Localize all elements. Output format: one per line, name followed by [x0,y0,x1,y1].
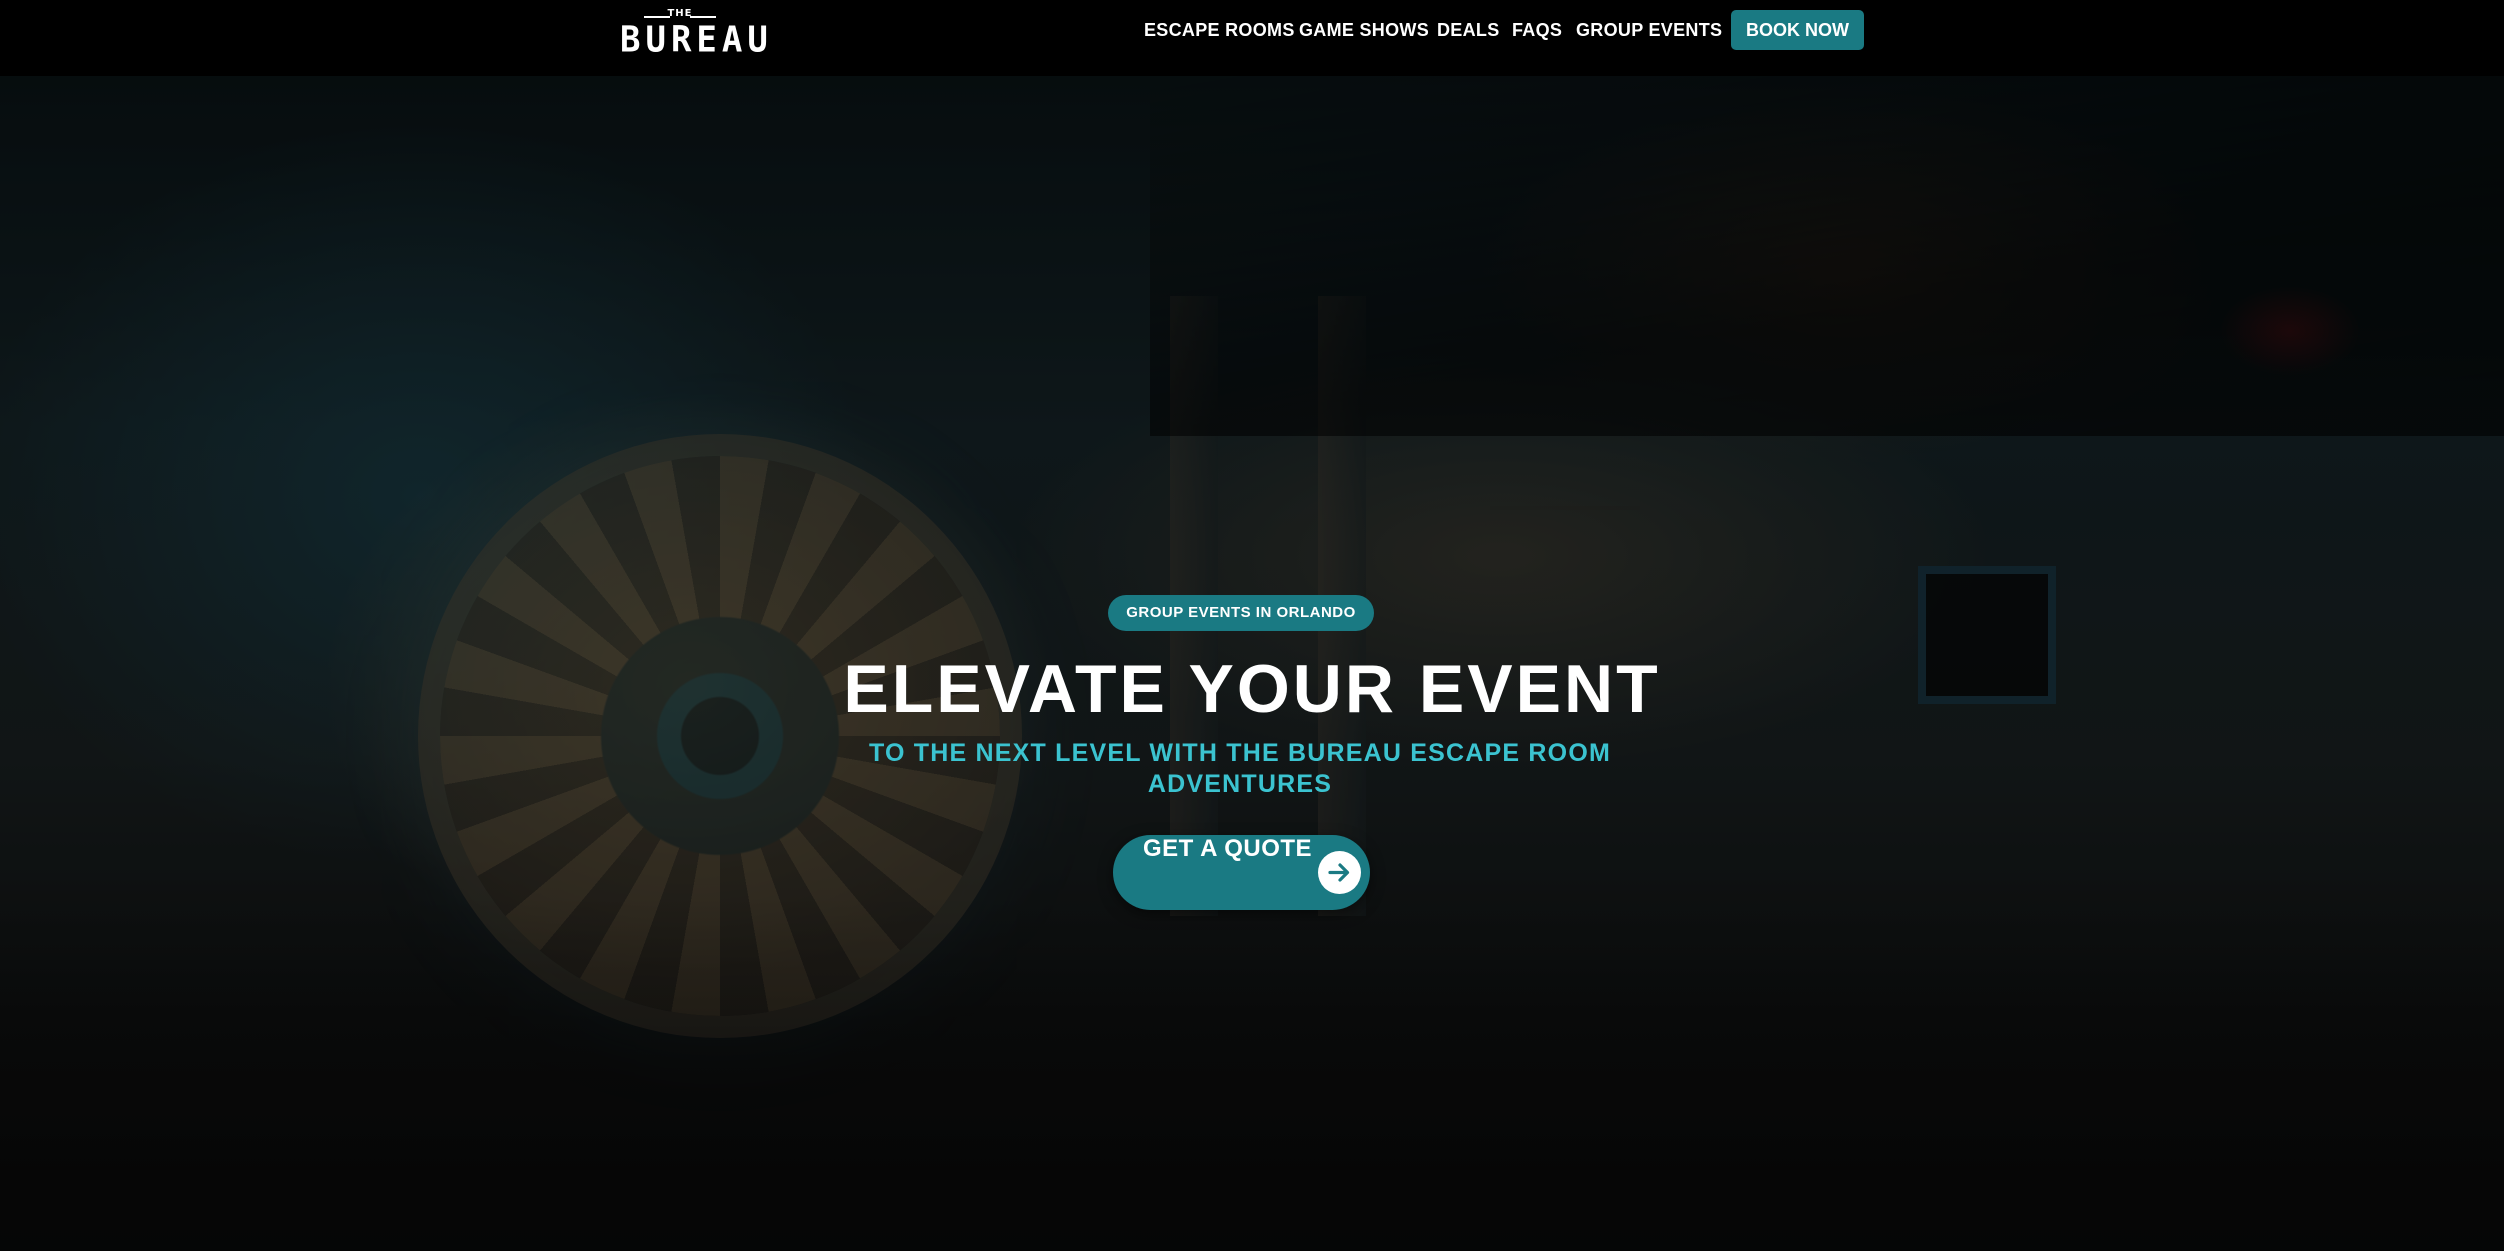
arrow-right-icon [1318,851,1361,894]
nav-game-shows[interactable]: GAME SHOWS [1299,18,1429,42]
book-now-button[interactable]: BOOK NOW [1731,10,1864,50]
logo-main-text: BUREAU [620,19,773,61]
logo-small-text: THE [667,8,693,19]
nav-escape-rooms[interactable]: ESCAPE ROOMS [1144,18,1295,42]
hero-eyebrow-badge: GROUP EVENTS IN ORLANDO [1108,595,1374,631]
nav-group-events[interactable]: GROUP EVENTS [1576,18,1722,42]
nav-faqs[interactable]: FAQS [1512,18,1562,42]
hero-section: GROUP EVENTS IN ORLANDO ELEVATE YOUR EVE… [0,76,2504,1251]
hero-subhead: TO THE NEXT LEVEL WITH THE BUREAU ESCAPE… [868,739,1611,798]
logo-rule-right [690,16,716,18]
get-a-quote-label: GET A QUOTE [1143,835,1313,862]
hero-headline: ELEVATE YOUR EVENT [843,651,1661,727]
bureau-logo[interactable]: THE BUREAU [620,8,773,61]
site-header: THE BUREAU ESCAPE ROOMS GAME SHOWS DEALS… [0,0,2504,76]
get-a-quote-button[interactable]: GET A QUOTE [1113,835,1370,910]
nav-deals[interactable]: DEALS [1437,18,1500,42]
